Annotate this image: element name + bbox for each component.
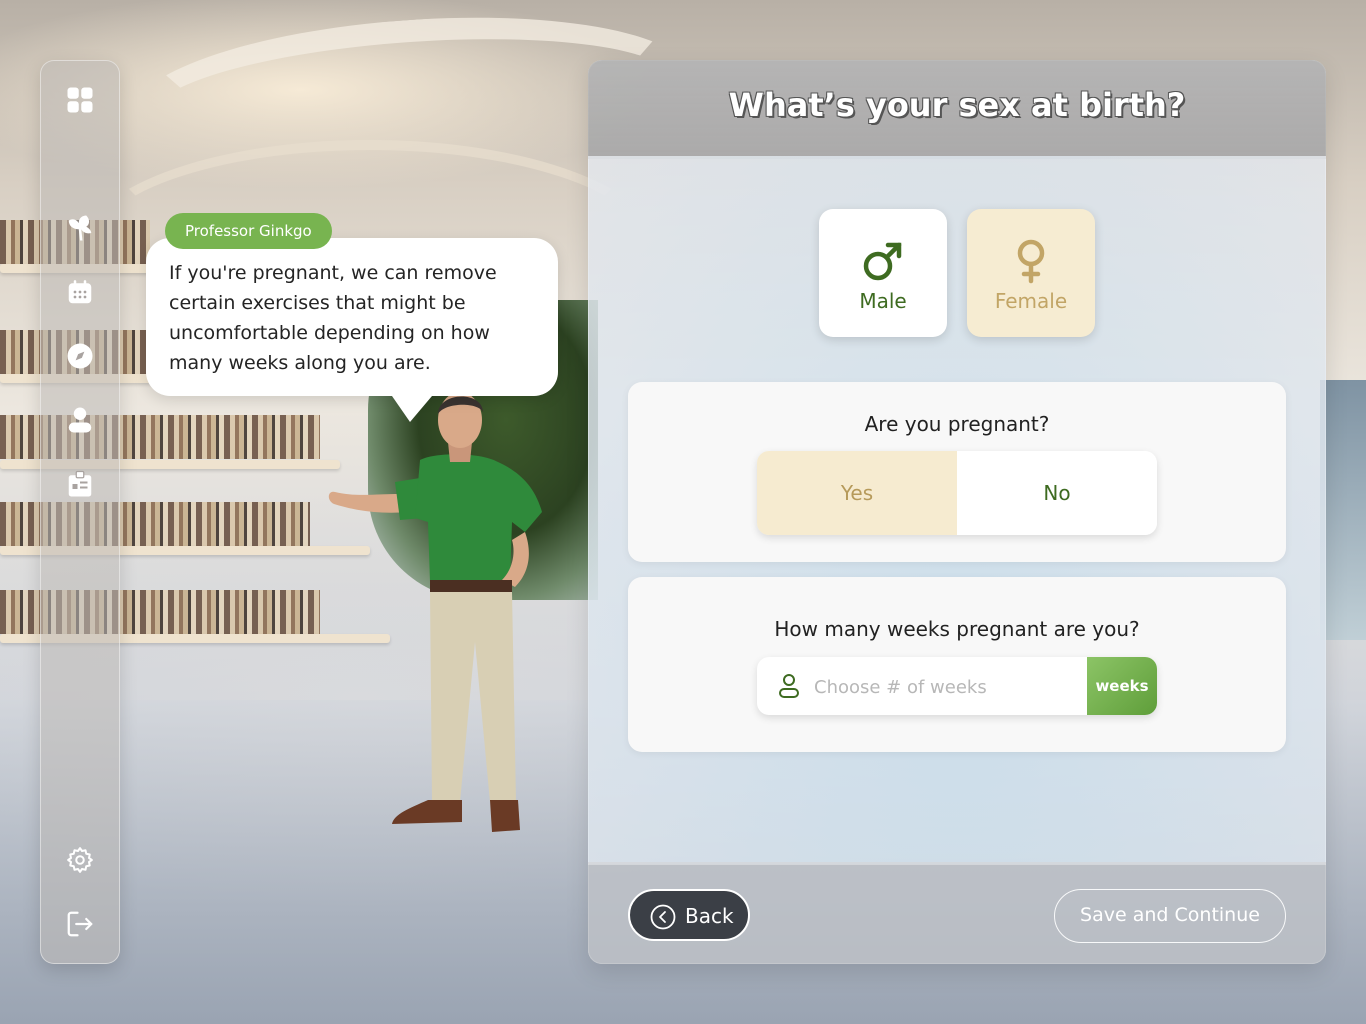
weeks-input-group: weeks <box>757 657 1157 715</box>
pregnant-yes-button[interactable]: Yes <box>757 451 958 535</box>
pregnancy-card: Are you pregnant? Yes No <box>628 382 1286 562</box>
guide-message: If you're pregnant, we can remove certai… <box>169 262 497 374</box>
gear-icon[interactable] <box>64 844 96 876</box>
profile-icon[interactable] <box>64 404 96 436</box>
calendar-icon[interactable] <box>64 276 96 308</box>
window-view <box>1320 380 1366 640</box>
clipboard-icon[interactable] <box>64 468 96 500</box>
page-title: What’s your sex at birth? <box>728 86 1186 124</box>
back-button-label: Back <box>685 904 734 928</box>
sex-option-label: Male <box>859 289 907 313</box>
sex-option-male[interactable]: Male <box>819 209 947 337</box>
weeks-input[interactable] <box>812 657 1086 715</box>
weeks-card: How many weeks pregnant are you? weeks <box>628 577 1286 752</box>
pregnancy-question: Are you pregnant? <box>864 412 1050 436</box>
pregnancy-toggle: Yes No <box>757 451 1157 535</box>
weeks-question: How many weeks pregnant are you? <box>774 617 1140 641</box>
guide-name-tag: Professor Ginkgo <box>165 213 332 249</box>
save-and-continue-button[interactable]: Save and Continue <box>1054 889 1286 943</box>
female-symbol-icon <box>1017 239 1045 284</box>
panel-footer: Back Save and Continue <box>588 862 1326 964</box>
sex-option-female[interactable]: Female <box>967 209 1095 337</box>
professor-avatar <box>328 392 542 832</box>
person-outline-icon <box>779 674 799 698</box>
back-button[interactable]: Back <box>628 889 750 941</box>
sidebar <box>40 60 120 964</box>
sex-option-label: Female <box>994 289 1068 313</box>
pregnant-no-button[interactable]: No <box>957 451 1157 535</box>
panel-header: What’s your sex at birth? <box>588 60 1326 159</box>
dashboard-grid-icon[interactable] <box>64 84 96 116</box>
speech-bubble-tail <box>392 396 432 422</box>
ginkgo-leaf-icon[interactable] <box>64 212 96 244</box>
male-symbol-icon <box>863 242 902 281</box>
question-panel: What’s your sex at birth? Male Female Ar… <box>588 60 1326 964</box>
chevron-left-circle-icon <box>650 904 676 930</box>
weeks-unit-label: weeks <box>1087 657 1157 715</box>
speech-bubble: If you're pregnant, we can remove certai… <box>146 238 558 396</box>
panel-body: Male Female Are you pregnant? Yes No How… <box>588 156 1326 864</box>
logout-icon[interactable] <box>64 908 96 940</box>
compass-icon[interactable] <box>64 340 96 372</box>
